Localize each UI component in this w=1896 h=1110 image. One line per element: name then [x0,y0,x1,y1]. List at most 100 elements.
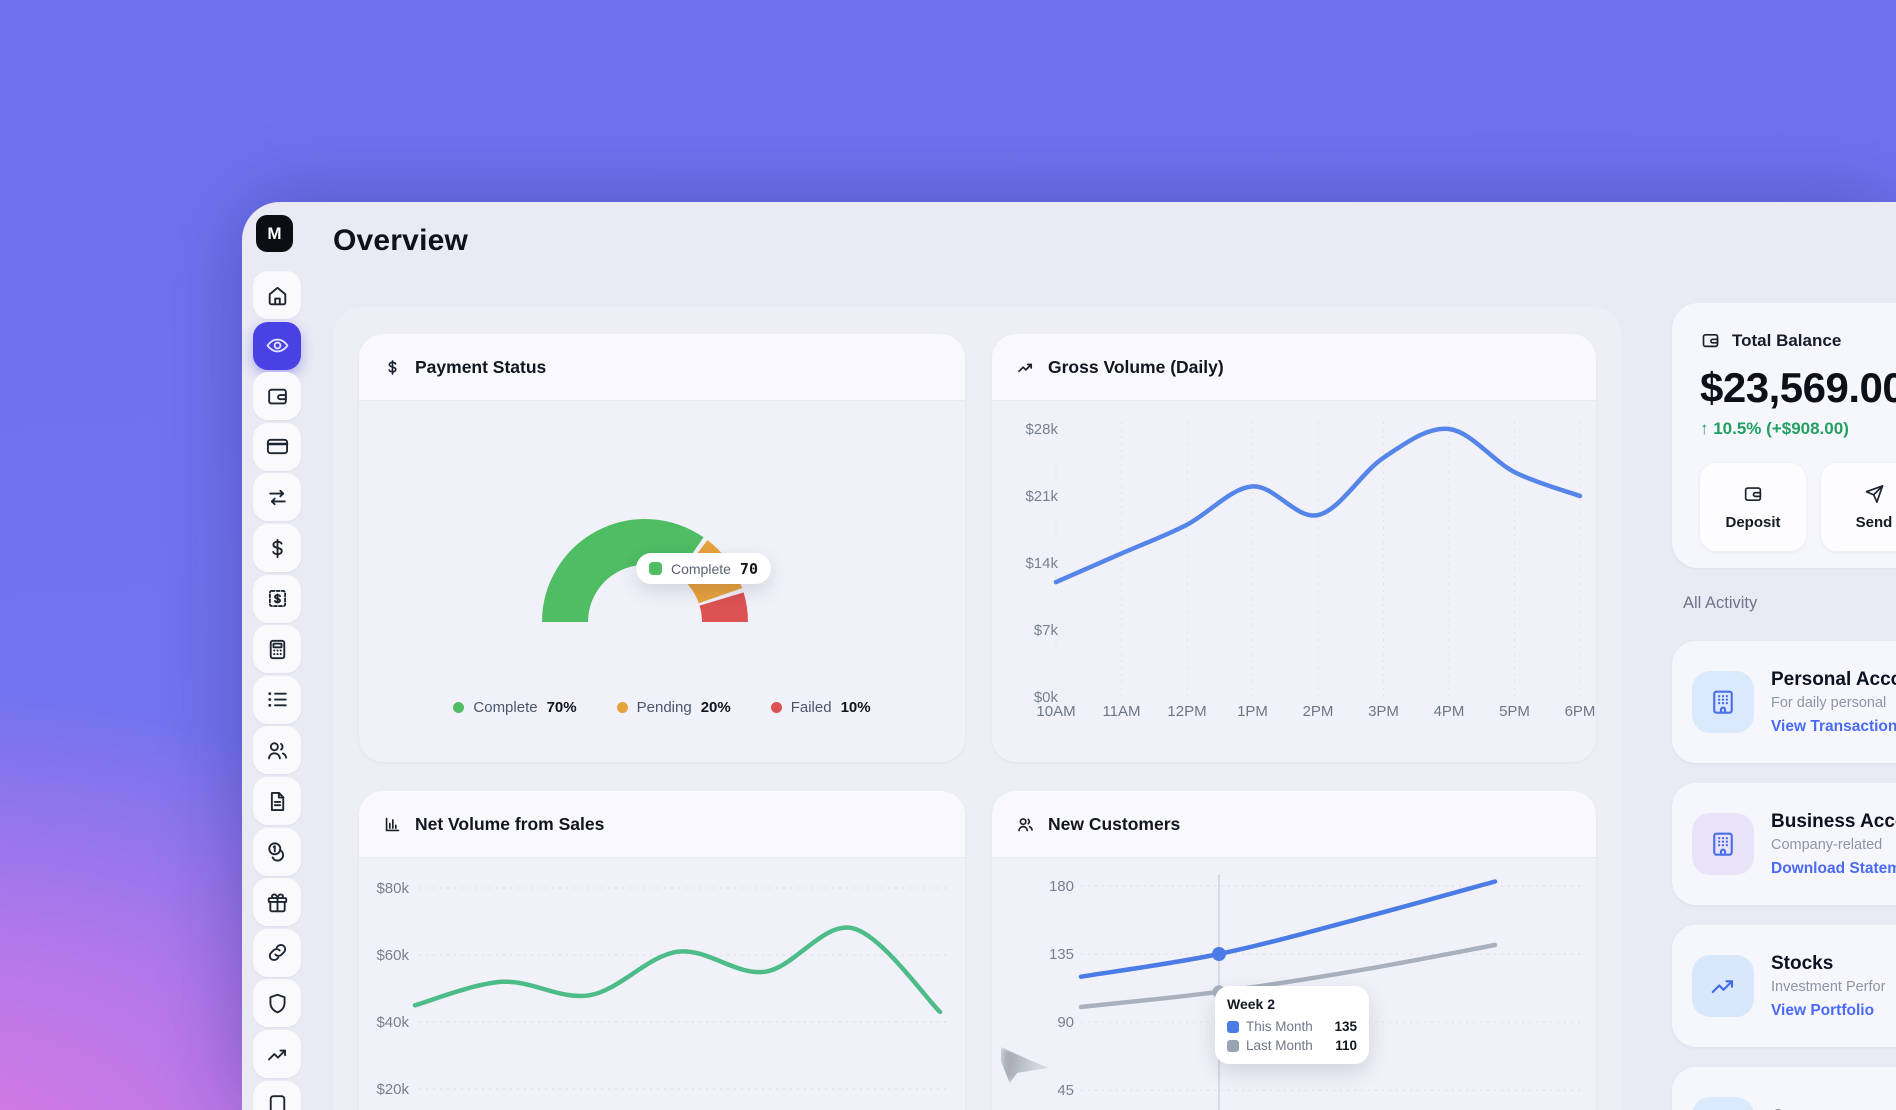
legend-dot [771,702,782,713]
legend-dot [617,702,628,713]
eye-icon [265,333,290,358]
sidebar-item-receipt[interactable] [253,575,301,623]
total-balance-card: Total Balance $23,569.00 ↑ 10.5% (+$908.… [1672,303,1896,568]
activity-title: Business Accou [1771,811,1896,833]
new-customers-chart[interactable]: 180 135 90 45 [992,857,1596,1110]
transfer-icon [265,485,290,510]
gift-icon [265,890,290,915]
svg-text:$20k: $20k [376,1081,409,1098]
activity-card-personal-accou[interactable]: Personal Accou For daily personal View T… [1672,641,1896,763]
sidebar-item-list[interactable] [253,676,301,724]
activity-card-crypto[interactable]: Crypto Wallet & Exchang [1672,1067,1896,1110]
sidebar-item-coins[interactable] [253,828,301,876]
net-volume-chart[interactable]: $80k$60k$40k$20k [359,857,965,1110]
series-swatch [1227,1021,1239,1033]
activity-subtitle: Investment Perfor [1771,979,1885,995]
svg-text:135: 135 [1049,946,1074,963]
legend-item: Pending20% [617,699,731,716]
tooltip-week-label: Week 2 [1227,996,1357,1012]
sidebar-item-gift[interactable] [253,878,301,926]
svg-text:$28k: $28k [1025,421,1058,438]
payment-status-legend: Complete70%Pending20%Failed10% [359,699,965,716]
series-swatch [1227,1040,1239,1052]
link-icon [265,940,290,965]
total-balance-amount: $23,569.00 [1700,364,1896,412]
trending-up-icon [265,1042,290,1067]
svg-text:5PM: 5PM [1499,703,1530,720]
payment-status-title: Payment Status [415,357,546,378]
svg-text:180: 180 [1049,878,1074,895]
users-icon [1016,815,1035,834]
trending-up-icon [1708,971,1738,1001]
home-icon [265,283,290,308]
trending-up-icon [1016,358,1035,377]
activity-link[interactable]: View Portfolio [1771,1002,1885,1020]
sidebar-item-link[interactable] [253,929,301,977]
payment-status-body: Complete 70 Complete70%Pending20%Failed1… [359,400,965,762]
deposit-button[interactable]: Deposit [1700,463,1806,551]
gross-volume-chart[interactable]: $28k$21k$14k$7k$0k10AM11AM12PM1PM2PM3PM4… [992,400,1596,762]
svg-text:12PM: 12PM [1167,703,1206,720]
new-customers-title: New Customers [1048,814,1180,835]
sidebar-item-credit-card[interactable] [253,423,301,471]
send-button[interactable]: Send [1821,463,1896,551]
svg-text:$21k: $21k [1025,488,1058,505]
sidebar-item-wallet[interactable] [253,372,301,420]
building-icon [1708,829,1738,859]
svg-text:2PM: 2PM [1303,703,1334,720]
sidebar-item-trending-up[interactable] [253,1030,301,1078]
gross-volume-card: Gross Volume (Daily) $28k$21k$14k$7k$0k1… [992,334,1596,762]
tooltip-value: 70 [740,560,758,578]
activity-title: Stocks [1771,953,1885,975]
new-customers-tooltip: Week 2 This Month135Last Month110 [1215,986,1369,1064]
activity-card-stocks[interactable]: Stocks Investment Perfor View Portfolio [1672,925,1896,1047]
sidebar-item-transfer[interactable] [253,473,301,521]
net-volume-title: Net Volume from Sales [415,814,604,835]
list-icon [265,687,290,712]
svg-text:$7k: $7k [1034,622,1059,639]
app-logo: M [256,215,293,252]
document-icon [265,789,290,814]
svg-text:$80k: $80k [376,880,409,897]
svg-text:$14k: $14k [1025,555,1058,572]
legend-dot [453,702,464,713]
payment-status-card: Payment Status Complete 70 Complete70% Pe… [359,334,965,762]
gross-volume-title: Gross Volume (Daily) [1048,357,1224,378]
sidebar-item-eye[interactable] [253,322,301,370]
sidebar-item-document[interactable] [253,777,301,825]
receipt-icon [265,586,290,611]
wallet-icon [1700,330,1721,351]
sidebar-item-shield[interactable] [253,979,301,1027]
activity-icon-tile [1692,813,1754,875]
tooltip-row: Last Month110 [1227,1038,1357,1053]
sidebar-item-dollar[interactable] [253,524,301,572]
charts-container: Payment Status Complete 70 Complete70% Pe… [333,307,1622,1110]
activity-title: Personal Accou [1771,669,1896,691]
gross-volume-header: Gross Volume (Daily) [992,334,1596,401]
legend-item: Complete70% [453,699,576,716]
page-title: Overview [333,224,468,258]
dollar-icon [383,358,402,377]
sidebar-item-calculator[interactable] [253,625,301,673]
activity-subtitle: Company-related [1771,837,1896,853]
svg-text:90: 90 [1057,1014,1074,1031]
shield-icon [265,991,290,1016]
desktop-background: M Overview Payment Status Complete 70 [0,0,1896,1110]
tooltip-label: Complete [671,561,731,577]
sidebar-item-device[interactable] [253,1081,301,1110]
users-icon [265,738,290,763]
building-icon [1708,687,1738,717]
activity-subtitle: For daily personal [1771,695,1896,711]
svg-text:45: 45 [1057,1082,1074,1099]
sidebar-item-users[interactable] [253,726,301,774]
sidebar-item-home[interactable] [253,271,301,319]
coins-icon [265,839,290,864]
activity-link[interactable]: Download Statem [1771,860,1896,878]
activity-card-business-accou[interactable]: Business Accou Company-related Download … [1672,783,1896,905]
activity-link[interactable]: View Transaction [1771,718,1896,736]
svg-text:6PM: 6PM [1565,703,1596,720]
dashboard-panel: M Overview Payment Status Complete 70 [242,202,1896,1110]
svg-text:3PM: 3PM [1368,703,1399,720]
activity-icon-tile [1692,1097,1754,1110]
total-balance-change: ↑ 10.5% (+$908.00) [1700,419,1896,439]
